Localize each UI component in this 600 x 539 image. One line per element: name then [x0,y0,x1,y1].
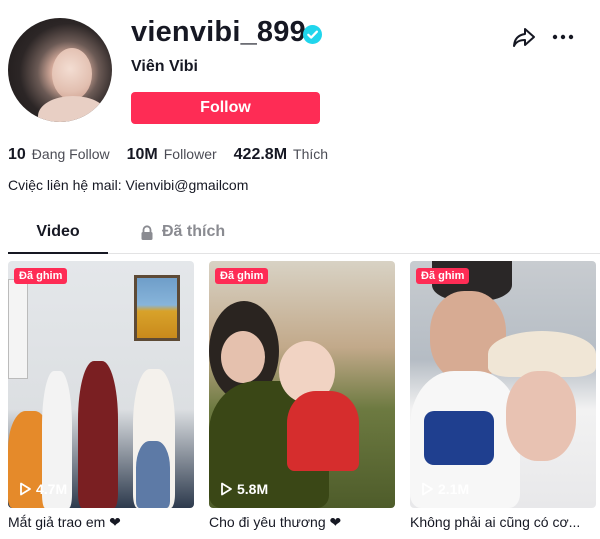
thumb-painting [134,275,180,341]
pinned-badge: Đã ghim [215,268,269,284]
avatar-shoulder [38,96,108,122]
video-caption[interactable]: Mắt giả trao em ❤ [8,514,194,531]
view-count: 2.1M [420,481,469,497]
thumb-person [287,391,359,471]
stat-value: 10M [126,146,158,163]
avatar-face [52,48,92,100]
active-tab-indicator [8,252,108,254]
view-count: 5.8M [219,481,268,497]
video-card[interactable]: Đã ghim 5.8M Cho đi yêu thương ❤ [209,261,395,531]
follow-button[interactable]: Follow [131,92,320,124]
stat-label: Thích [293,146,329,162]
stat-value: 422.8M [233,146,288,163]
thumb-shirt-print [424,411,494,465]
tab-label: Video [36,223,80,240]
verified-badge-icon [303,25,322,44]
profile-tabs: Video Đã thích [8,216,600,254]
thumb-person [78,361,118,508]
more-dots-icon[interactable] [551,26,575,48]
play-icon [221,482,232,496]
video-thumbnail[interactable]: Đã ghim 2.1M [410,261,596,508]
stat-followers[interactable]: 10M Follower [127,146,217,164]
nickname: Viên Vibi [131,58,198,75]
video-card[interactable]: Đã ghim 4.7M Mắt giả trao em ❤ [8,261,194,531]
view-count-value: 2.1M [438,481,470,497]
avatar[interactable] [8,18,112,122]
stat-likes: 422.8M Thích [234,146,328,164]
lock-icon [141,225,153,240]
view-count-value: 4.7M [36,481,68,497]
view-count-value: 5.8M [237,481,269,497]
thumb-door [8,279,28,379]
thumb-face [221,331,265,383]
tab-video[interactable]: Video [8,216,108,254]
video-caption[interactable]: Cho đi yêu thương ❤ [209,514,395,531]
tab-label: Đã thích [162,223,226,240]
stat-following[interactable]: 10 Đang Follow [8,146,110,164]
thumb-person [136,441,170,508]
profile-stats: 10 Đang Follow 10M Follower 422.8M Thích [8,146,345,164]
stat-label: Đang Follow [31,146,110,162]
video-card[interactable]: Đã ghim 2.1M Không phải ai cũng có cơ... [410,261,596,530]
thumb-face [506,371,576,461]
profile-bio: Cviệc liên hệ mail: Vienvibi@gmailcom [8,177,249,193]
share-arrow-icon[interactable] [512,26,536,48]
video-thumbnail[interactable]: Đã ghim 5.8M [209,261,395,508]
video-thumbnail[interactable]: Đã ghim 4.7M [8,261,194,508]
stat-label: Follower [163,146,217,162]
stat-value: 10 [8,146,26,163]
pinned-badge: Đã ghim [14,268,68,284]
video-caption[interactable]: Không phải ai cũng có cơ... [410,514,596,530]
tab-liked[interactable]: Đã thích [140,216,225,254]
play-icon [20,482,31,496]
view-count: 4.7M [18,481,67,497]
video-grid: Đã ghim 4.7M Mắt giả trao em ❤ Đã ghim 5… [8,261,600,539]
pinned-badge: Đã ghim [416,268,470,284]
play-icon [422,482,433,496]
username: vienvibi_899 [131,16,306,48]
